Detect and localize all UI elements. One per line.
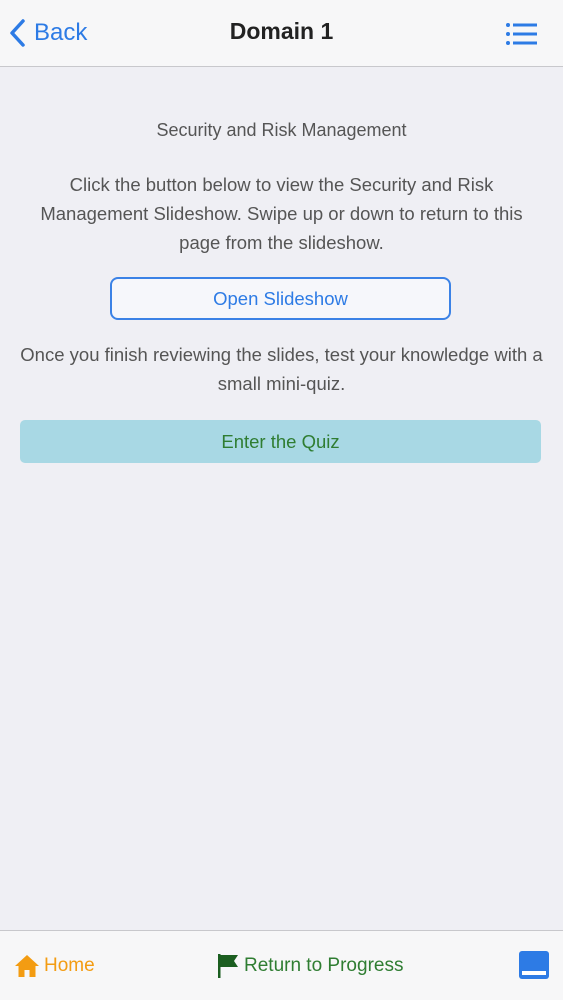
list-icon bbox=[506, 23, 537, 45]
home-button[interactable]: Home bbox=[14, 951, 95, 981]
section-title: Security and Risk Management bbox=[156, 120, 407, 140]
top-nav-bar: Back Domain 1 bbox=[0, 0, 563, 67]
bottom-toolbar: Home Return to Progress bbox=[0, 930, 563, 1000]
back-button[interactable]: Back bbox=[8, 14, 87, 52]
panel-icon bbox=[519, 951, 549, 979]
home-icon bbox=[15, 955, 39, 977]
return-to-progress-button[interactable]: Return to Progress bbox=[216, 951, 403, 981]
intro-text: Click the button below to view the Secur… bbox=[40, 174, 523, 253]
menu-button[interactable] bbox=[505, 20, 539, 48]
quiz-instructions-text: Once you finish reviewing the slides, te… bbox=[20, 344, 543, 394]
open-slideshow-button[interactable]: Open Slideshow bbox=[110, 277, 451, 320]
enter-quiz-button[interactable]: Enter the Quiz bbox=[20, 420, 541, 463]
chevron-left-icon bbox=[10, 19, 25, 47]
flag-icon bbox=[218, 954, 238, 978]
panel-button[interactable] bbox=[519, 951, 549, 979]
back-label: Back bbox=[34, 19, 88, 46]
home-label: Home bbox=[44, 955, 95, 976]
progress-label: Return to Progress bbox=[244, 955, 404, 976]
